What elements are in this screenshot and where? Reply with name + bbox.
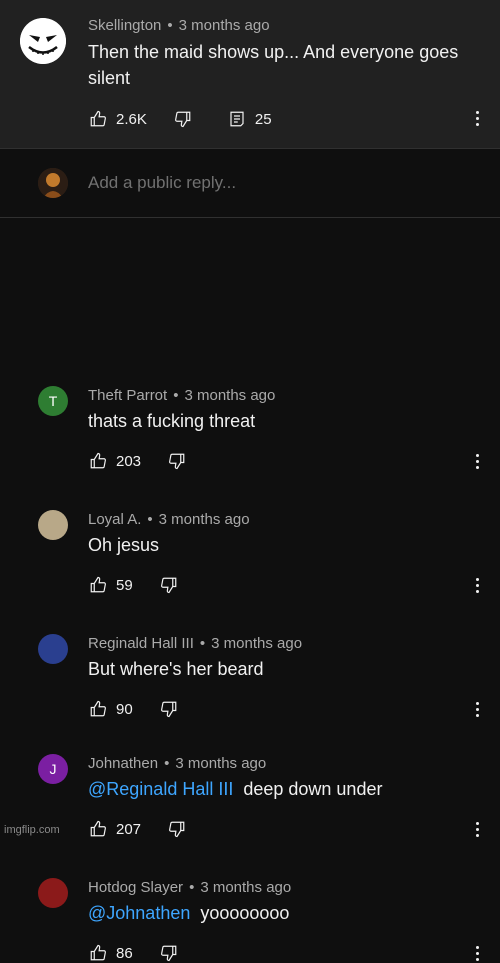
author-name[interactable]: Hotdog Slayer xyxy=(88,879,183,896)
watermark: imgflip.com xyxy=(4,824,60,836)
comment-actions: 86 xyxy=(88,943,179,963)
skull-face-icon xyxy=(20,18,66,64)
comment-body: Oh jesus xyxy=(88,535,160,555)
comment-meta: Johnathen • 3 months ago xyxy=(88,755,266,772)
more-options-icon[interactable] xyxy=(474,111,480,126)
author-name[interactable]: Theft Parrot xyxy=(88,387,167,404)
more-options-icon[interactable] xyxy=(474,822,480,837)
like-count: 90 xyxy=(116,700,133,718)
like-count: 203 xyxy=(116,452,142,470)
comment-text: @Reginald Hall III deep down under xyxy=(88,776,483,802)
like-count: 207 xyxy=(116,820,142,838)
commenter-avatar[interactable] xyxy=(38,878,68,908)
more-options-icon[interactable] xyxy=(474,578,480,593)
meta-separator: • xyxy=(164,755,170,772)
like-icon[interactable] xyxy=(88,699,108,719)
dislike-icon[interactable] xyxy=(159,575,179,595)
top-comment: Skellington • 3 months ago Then the maid s… xyxy=(0,0,500,149)
comment-text: Oh jesus xyxy=(88,532,483,558)
like-icon[interactable] xyxy=(88,451,108,471)
comment-body: deep down under xyxy=(243,779,383,799)
meta-separator: • xyxy=(189,879,195,896)
comment-meta: Reginald Hall III • 3 months ago xyxy=(88,635,302,652)
commenter-avatar[interactable]: J xyxy=(38,754,68,784)
meta-separator: • xyxy=(199,635,206,652)
reply-count[interactable]: 25 xyxy=(255,111,272,128)
timestamp[interactable]: 3 months ago xyxy=(159,511,250,528)
comment-body: yoooooooo xyxy=(200,903,290,923)
commenter-avatar[interactable] xyxy=(38,634,68,664)
timestamp[interactable]: 3 months ago xyxy=(175,755,266,772)
timestamp[interactable]: 3 months ago xyxy=(211,635,302,652)
comment-body: thats a fucking threat xyxy=(88,411,256,431)
dislike-icon[interactable] xyxy=(159,699,179,719)
commenter-avatar[interactable] xyxy=(38,510,68,540)
comment-actions: 2.6K 25 xyxy=(88,109,272,129)
user-avatar-image-icon xyxy=(38,168,68,198)
commenter-avatar[interactable]: T xyxy=(38,386,68,416)
dislike-icon[interactable] xyxy=(173,109,193,129)
reply-input[interactable]: Add a public reply... xyxy=(88,173,236,193)
meta-separator: • xyxy=(147,511,153,528)
like-icon[interactable] xyxy=(88,943,108,963)
dislike-icon[interactable] xyxy=(167,451,187,471)
like-icon[interactable] xyxy=(88,819,108,839)
avatar-letter: J xyxy=(49,761,57,777)
author-name[interactable]: Reginald Hall III xyxy=(88,635,194,652)
timestamp[interactable]: 3 months ago xyxy=(200,879,291,896)
reply-bar: Add a public reply... xyxy=(0,149,500,218)
comment-meta: Theft Parrot • 3 months ago xyxy=(88,387,275,404)
mention-link[interactable]: @Johnathen xyxy=(88,903,190,923)
meta-separator: • xyxy=(167,17,173,34)
comment-actions: 59 xyxy=(88,575,179,595)
more-options-icon[interactable] xyxy=(474,702,480,717)
dislike-icon[interactable] xyxy=(167,819,187,839)
like-count: 86 xyxy=(116,944,133,962)
comment-actions: 203 xyxy=(88,451,187,471)
comment-actions: 207 xyxy=(88,819,187,839)
comment-text: thats a fucking threat xyxy=(88,408,483,434)
more-options-icon[interactable] xyxy=(474,454,480,469)
comment-meta: Loyal A. • 3 months ago xyxy=(88,511,250,528)
like-icon[interactable] xyxy=(88,575,108,595)
mention-link[interactable]: @Reginald Hall III xyxy=(88,779,233,799)
more-options-icon[interactable] xyxy=(474,946,480,961)
timestamp[interactable]: 3 months ago xyxy=(184,387,275,404)
author-name[interactable]: Johnathen xyxy=(88,755,158,772)
dislike-icon[interactable] xyxy=(159,943,179,963)
comment-meta: Skellington • 3 months ago xyxy=(88,17,270,34)
comment-text: But where's her beard xyxy=(88,656,483,682)
comment-actions: 90 xyxy=(88,699,179,719)
replies-icon[interactable] xyxy=(227,109,247,129)
avatar-letter: T xyxy=(48,393,58,409)
comment-body: But where's her beard xyxy=(88,659,264,679)
comment-text: Then the maid shows up... And everyone g… xyxy=(88,42,459,88)
author-name[interactable]: Loyal A. xyxy=(88,511,141,528)
skellington-avatar[interactable] xyxy=(20,18,66,64)
user-avatar xyxy=(38,168,68,198)
like-count: 2.6K xyxy=(116,110,147,128)
meta-separator: • xyxy=(173,387,179,404)
timestamp[interactable]: 3 months ago xyxy=(179,17,270,34)
like-count: 59 xyxy=(116,576,133,594)
comment-meta: Hotdog Slayer • 3 months ago xyxy=(88,879,291,896)
like-icon[interactable] xyxy=(88,109,108,129)
comment-text: @Johnathen yoooooooo xyxy=(88,900,483,926)
author-name[interactable]: Skellington xyxy=(88,17,161,34)
